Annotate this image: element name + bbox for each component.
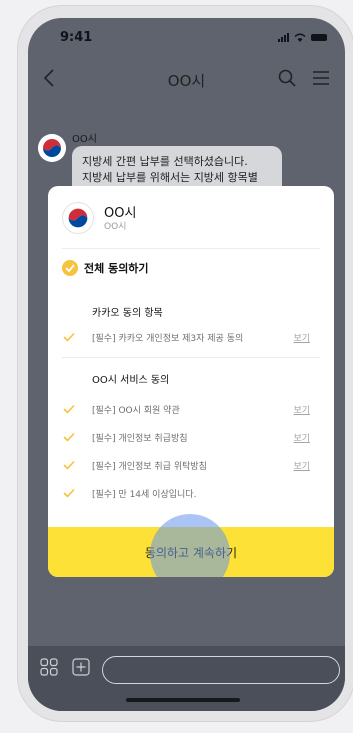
- view-link[interactable]: 보기: [293, 403, 310, 416]
- check-icon[interactable]: [62, 486, 76, 500]
- status-time: 9:41: [60, 30, 93, 45]
- add-icon[interactable]: [72, 658, 90, 676]
- wifi-icon: [294, 33, 306, 42]
- home-indicator: [126, 698, 240, 702]
- consent-item[interactable]: [필수] 만 14세 이상입니다.: [62, 484, 320, 506]
- check-icon[interactable]: [62, 458, 76, 472]
- check-icon[interactable]: [62, 330, 76, 344]
- consent-item-label: [필수] OO시 회원 약관: [92, 406, 180, 416]
- consent-item-label: [필수] 만 14세 이상입니다.: [92, 490, 197, 500]
- battery-icon: [311, 34, 327, 41]
- org-subtitle: OO시: [104, 222, 127, 232]
- message-input[interactable]: [102, 656, 340, 684]
- grid-icon[interactable]: [40, 658, 58, 676]
- check-icon: [65, 264, 75, 273]
- group-title: OO시 서비스 동의: [92, 375, 170, 386]
- sender-name: OO시: [72, 134, 97, 145]
- chat-input-bar: [28, 646, 345, 711]
- org-logo: [62, 202, 94, 234]
- view-link[interactable]: 보기: [293, 459, 310, 472]
- consent-item[interactable]: [필수] 개인정보 취급 위탁방침 보기: [62, 456, 320, 478]
- signal-icon: [278, 33, 289, 42]
- consent-item-label: [필수] 카카오 개인정보 제3자 제공 동의: [92, 334, 244, 344]
- menu-icon[interactable]: [311, 68, 331, 88]
- check-icon[interactable]: [62, 430, 76, 444]
- consent-item-label: [필수] 개인정보 취급방침: [92, 434, 188, 444]
- consent-item[interactable]: [필수] 카카오 개인정보 제3자 제공 동의 보기: [62, 328, 320, 350]
- consent-item[interactable]: [필수] OO시 회원 약관 보기: [62, 400, 320, 422]
- group-header: OO시 서비스 동의: [62, 371, 320, 393]
- divider: [62, 248, 320, 249]
- phone-screen: 9:41 OO시 OO시 지방세 간편 납부를 선택하셨습니다. 지방세 납부를…: [28, 18, 345, 711]
- view-link[interactable]: 보기: [293, 331, 310, 344]
- agree-all-label: 전체 동의하기: [84, 262, 149, 275]
- sender-avatar: [38, 134, 66, 162]
- chat-title: OO시: [167, 72, 206, 90]
- search-icon[interactable]: [277, 68, 297, 88]
- agree-all-checkbox[interactable]: [62, 260, 78, 276]
- agree-continue-button[interactable]: 동의하고 계속하기: [48, 527, 334, 577]
- group-title: 카카오 동의 항목: [92, 308, 163, 319]
- status-icons: [278, 33, 327, 42]
- message-line: 지방세 납부를 위해서는 지방세 항목별: [82, 171, 258, 184]
- group-header: 카카오 동의 항목: [62, 304, 320, 326]
- modal-header: OO시 OO시: [62, 202, 320, 248]
- agree-all-row[interactable]: 전체 동의하기: [62, 258, 320, 280]
- check-icon[interactable]: [62, 402, 76, 416]
- chat-header: OO시: [28, 58, 345, 98]
- divider: [62, 357, 320, 358]
- view-link[interactable]: 보기: [293, 431, 310, 444]
- consent-item[interactable]: [필수] 개인정보 취급방침 보기: [62, 428, 320, 450]
- consent-item-label: [필수] 개인정보 취급 위탁방침: [92, 462, 207, 472]
- message-line: 지방세 간편 납부를 선택하셨습니다.: [82, 155, 248, 168]
- status-bar: 9:41: [28, 18, 345, 58]
- consent-modal: OO시 OO시 전체 동의하기 카카오 동의 항목 [필수] 카카오 개인정보 …: [48, 186, 334, 577]
